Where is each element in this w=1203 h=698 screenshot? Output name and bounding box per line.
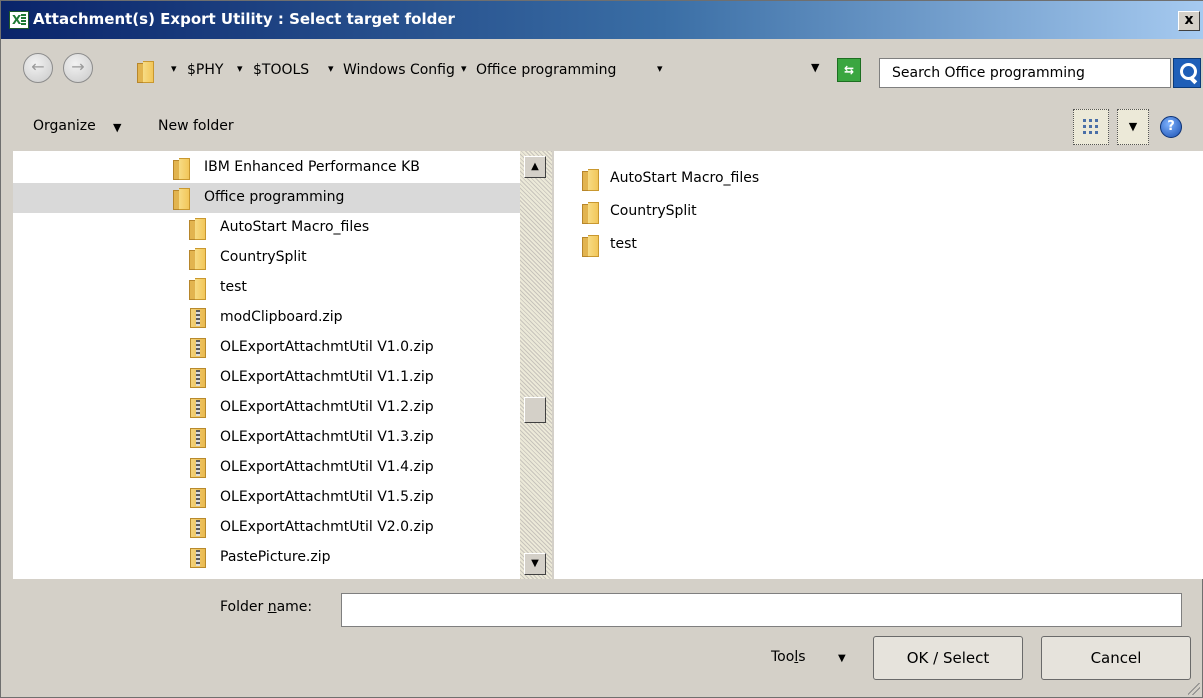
tree-item-label: Office programming <box>204 189 345 205</box>
zip-file-icon <box>190 458 206 478</box>
tree-item-zip[interactable]: OLExportAttachmtUtil V1.1.zip <box>13 363 520 393</box>
excel-app-icon: X <box>9 11 29 29</box>
arrow-right-icon: → <box>71 57 85 76</box>
cancel-button[interactable]: Cancel <box>1041 636 1191 680</box>
folder-name-label: Folder name: <box>220 599 313 615</box>
tree-item-label: OLExportAttachmtUtil V1.2.zip <box>220 399 434 415</box>
tree-item-label: test <box>220 279 247 295</box>
window-title: Attachment(s) Export Utility : Select ta… <box>33 10 455 28</box>
back-button[interactable]: ← <box>23 53 53 83</box>
refresh-icon: ⇆ <box>843 63 855 77</box>
tree-item-countrysplit[interactable]: CountrySplit <box>13 243 520 273</box>
breadcrumb-phy[interactable]: $PHY <box>187 62 223 78</box>
zip-file-icon <box>190 398 206 418</box>
search-icon[interactable] <box>1173 58 1201 88</box>
address-row: ← → ▾ $PHY ▾ $TOOLS ▾ Windows Config ▾ O… <box>1 39 1203 105</box>
tree-item-label: PastePicture.zip <box>220 549 331 565</box>
breadcrumb-windows-config[interactable]: Windows Config <box>343 62 455 78</box>
content-item-label: test <box>610 236 637 252</box>
folder-icon <box>137 61 155 83</box>
view-grid-icon <box>1083 119 1099 135</box>
tree-item-label: OLExportAttachmtUtil V1.1.zip <box>220 369 434 385</box>
content-item-label: CountrySplit <box>610 203 697 219</box>
search-placeholder: Search Office programming <box>892 65 1085 81</box>
tools-dropdown-icon[interactable]: ▼ <box>838 653 846 664</box>
tree-item-label: OLExportAttachmtUtil V1.4.zip <box>220 459 434 475</box>
folder-icon <box>189 218 207 240</box>
view-options-dropdown[interactable]: ▼ <box>1117 109 1149 145</box>
breadcrumb-office-programming[interactable]: Office programming <box>476 62 616 78</box>
tree-item-ibm-enhanced-performance-kb[interactable]: IBM Enhanced Performance KB <box>13 153 520 183</box>
command-toolbar: Organize ▼ New folder <box>1 105 1203 151</box>
tree-item-label: OLExportAttachmtUtil V2.0.zip <box>220 519 434 535</box>
zip-file-icon <box>190 338 206 358</box>
zip-file-icon <box>190 368 206 388</box>
tree-item-test[interactable]: test <box>13 273 520 303</box>
zip-file-icon <box>190 308 206 328</box>
tree-item-label: OLExportAttachmtUtil V1.5.zip <box>220 489 434 505</box>
title-bar[interactable]: X Attachment(s) Export Utility : Select … <box>1 1 1203 39</box>
tree-item-zip[interactable]: OLExportAttachmtUtil V1.5.zip <box>13 483 520 513</box>
search-input[interactable]: Search Office programming <box>879 58 1171 88</box>
address-bar[interactable]: ▾ $PHY ▾ $TOOLS ▾ Windows Config ▾ Offic… <box>127 55 831 87</box>
folder-icon <box>189 278 207 300</box>
tools-menu[interactable]: Tools <box>771 649 806 665</box>
folder-icon <box>582 169 600 191</box>
folder-icon <box>582 235 600 257</box>
crumb-separator[interactable]: ▾ <box>328 62 334 75</box>
address-history-dropdown[interactable]: ▼ <box>811 61 819 74</box>
navigation-tree[interactable]: IBM Enhanced Performance KB Office progr… <box>13 151 520 579</box>
organize-dropdown-icon[interactable]: ▼ <box>113 121 121 134</box>
ok-select-button[interactable]: OK / Select <box>873 636 1023 680</box>
folder-icon <box>582 202 600 224</box>
scroll-up-button[interactable]: ▲ <box>524 156 546 178</box>
content-item-label: AutoStart Macro_files <box>610 170 760 186</box>
folder-open-icon <box>173 188 191 210</box>
tree-item-zip[interactable]: OLExportAttachmtUtil V1.2.zip <box>13 393 520 423</box>
arrow-left-icon: ← <box>31 57 45 76</box>
folder-contents-pane[interactable]: AutoStart Macro_files CountrySplit test <box>554 151 1203 579</box>
tree-item-autostart-macro-files[interactable]: AutoStart Macro_files <box>13 213 520 243</box>
crumb-separator[interactable]: ▾ <box>461 62 467 75</box>
tree-item-zip[interactable]: PastePicture.zip <box>13 543 520 573</box>
crumb-separator[interactable]: ▾ <box>171 62 177 75</box>
tree-item-label: CountrySplit <box>220 249 307 265</box>
folder-icon <box>189 248 207 270</box>
tree-item-zip[interactable]: OLExportAttachmtUtil V2.0.zip <box>13 513 520 543</box>
folder-name-input[interactable] <box>341 593 1182 627</box>
dialog-window: X Attachment(s) Export Utility : Select … <box>0 0 1203 698</box>
resize-grip[interactable] <box>1188 683 1200 695</box>
help-icon[interactable]: ? <box>1160 116 1182 138</box>
tree-item-zip[interactable]: OLExportAttachmtUtil V1.3.zip <box>13 423 520 453</box>
tree-scrollbar[interactable]: ▲ ▼ <box>520 151 552 579</box>
zip-file-icon <box>190 518 206 538</box>
forward-button[interactable]: → <box>63 53 93 83</box>
scroll-thumb[interactable] <box>524 397 546 423</box>
tree-item-zip[interactable]: modClipboard.zip <box>13 303 520 333</box>
new-folder-button[interactable]: New folder <box>158 118 234 134</box>
zip-file-icon <box>190 548 206 568</box>
zip-file-icon <box>190 428 206 448</box>
breadcrumb-tools[interactable]: $TOOLS <box>253 62 309 78</box>
close-button[interactable]: x <box>1178 11 1200 31</box>
tree-item-office-programming[interactable]: Office programming <box>13 183 520 213</box>
tree-item-label: modClipboard.zip <box>220 309 343 325</box>
crumb-separator[interactable]: ▾ <box>237 62 243 75</box>
refresh-button[interactable]: ⇆ <box>837 58 861 82</box>
tree-item-label: IBM Enhanced Performance KB <box>204 159 420 175</box>
change-view-button[interactable] <box>1073 109 1109 145</box>
folder-icon <box>173 158 191 180</box>
zip-file-icon <box>190 488 206 508</box>
scroll-down-button[interactable]: ▼ <box>524 553 546 575</box>
tree-item-zip[interactable]: OLExportAttachmtUtil V1.0.zip <box>13 333 520 363</box>
tree-item-zip[interactable]: OLExportAttachmtUtil V1.4.zip <box>13 453 520 483</box>
crumb-separator[interactable]: ▾ <box>657 62 663 75</box>
tree-item-label: OLExportAttachmtUtil V1.0.zip <box>220 339 434 355</box>
tree-item-label: AutoStart Macro_files <box>220 219 370 235</box>
tree-item-label: OLExportAttachmtUtil V1.3.zip <box>220 429 434 445</box>
organize-menu[interactable]: Organize <box>33 118 96 134</box>
